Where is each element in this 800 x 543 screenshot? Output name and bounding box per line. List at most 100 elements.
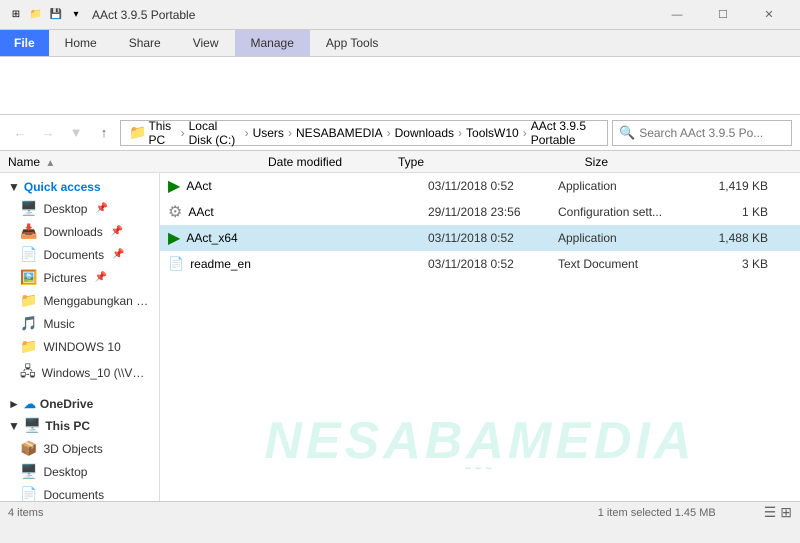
file-date-aact2: 29/11/2018 23:56	[428, 205, 558, 219]
chevron-down-icon: ▼	[8, 180, 20, 194]
nav-bar: ← → ▼ ↑ 📁 This PC › Local Disk (C:) › Us…	[0, 115, 800, 151]
sidebar-item-documents-pc[interactable]: 📄 Documents	[0, 483, 159, 501]
view-icons: ☰ ⊞	[764, 504, 792, 521]
search-icon: 🔍	[619, 125, 635, 141]
file-list: NESABAMEDIA ~~~ ▶ AAct 03/11/2018 0:52 A…	[160, 173, 800, 501]
music-icon: 🎵	[20, 315, 37, 332]
sidebar-item-downloads[interactable]: 📥 Downloads 📌	[0, 220, 159, 243]
file-date-readme: 03/11/2018 0:52	[428, 257, 558, 271]
tab-view[interactable]: View	[177, 30, 235, 56]
forward-button[interactable]: →	[36, 121, 60, 145]
item-count: 4 items	[8, 507, 43, 519]
tab-home[interactable]: Home	[49, 30, 113, 56]
col-header-size[interactable]: Size	[528, 155, 608, 169]
minimize-button[interactable]: —	[654, 0, 700, 30]
chevron-right-icon-onedrive: ►	[8, 397, 20, 411]
sidebar-item-windows10-vbox[interactable]: 🖧 Windows_10 (\\VBo...	[0, 358, 159, 388]
col-header-name[interactable]: Name ▲	[8, 155, 268, 169]
column-headers: Name ▲ Date modified Type Size	[0, 151, 800, 173]
sidebar-item-3dobjects[interactable]: 📦 3D Objects	[0, 437, 159, 460]
maximize-button[interactable]: ☐	[700, 0, 746, 30]
sidebar-item-pictures[interactable]: 🖼️ Pictures 📌	[0, 266, 159, 289]
selected-info: 1 item selected 1.45 MB	[598, 507, 716, 519]
tab-file[interactable]: File	[0, 30, 49, 56]
title-bar: ⊞ 📁 💾 ▾ AAct 3.9.5 Portable — ☐ ✕	[0, 0, 800, 30]
close-button[interactable]: ✕	[746, 0, 792, 30]
ribbon: File Home Share View Manage App Tools	[0, 30, 800, 57]
onedrive-label: OneDrive	[40, 397, 93, 411]
pictures-icon: 🖼️	[20, 269, 37, 286]
sidebar-item-menggabungkan[interactable]: 📁 Menggabungkan P...	[0, 289, 159, 312]
ribbon-tabs: File Home Share View Manage App Tools	[0, 30, 800, 56]
documents-icon: 📄	[20, 246, 37, 263]
search-input[interactable]	[639, 126, 779, 140]
sidebar: ▼ Quick access 🖥️ Desktop 📌 📥 Downloads …	[0, 173, 160, 501]
file-size-aactx64: 1,488 KB	[688, 231, 768, 245]
breadcrumb: 📁 This PC › Local Disk (C:) › Users › NE…	[129, 119, 599, 147]
file-date-aact1: 03/11/2018 0:52	[428, 179, 558, 193]
title-icon-arrow: ▾	[68, 7, 84, 23]
file-row[interactable]: 📄 readme_en 03/11/2018 0:52 Text Documen…	[160, 251, 800, 277]
thispc-label: This PC	[45, 419, 90, 433]
search-bar[interactable]: 🔍	[612, 120, 792, 146]
col-header-date[interactable]: Date modified	[268, 155, 398, 169]
sidebar-item-music[interactable]: 🎵 Music	[0, 312, 159, 335]
chevron-down-icon-thispc: ▼	[8, 419, 20, 433]
sidebar-header-quick-access[interactable]: ▼ Quick access	[0, 177, 159, 197]
pin-icon-pic: 📌	[95, 272, 107, 283]
tab-share[interactable]: Share	[113, 30, 177, 56]
sidebar-header-onedrive[interactable]: ► ☁ OneDrive	[0, 394, 159, 414]
watermark: NESABAMEDIA ~~~	[160, 343, 800, 501]
details-view-icon[interactable]: ☰	[764, 504, 777, 521]
tab-manage[interactable]: Manage	[235, 30, 310, 56]
documents-pc-icon: 📄	[20, 486, 37, 501]
desktop-pc-icon: 🖥️	[20, 463, 37, 480]
ribbon-commands	[0, 57, 800, 115]
bc-aact: AAct 3.9.5 Portable	[531, 119, 599, 147]
pin-icon-dl: 📌	[111, 226, 123, 237]
address-bar[interactable]: 📁 This PC › Local Disk (C:) › Users › NE…	[120, 120, 608, 146]
file-name-aact2: ⚙ AAct	[168, 202, 428, 222]
bc-downloads: Downloads	[395, 126, 454, 140]
thispc-icon: 🖥️	[24, 417, 41, 434]
bc-nesabamedia: NESABAMEDIA	[296, 126, 383, 140]
network-icon: 🖧	[20, 361, 36, 385]
file-type-aactx64: Application	[558, 231, 688, 245]
sidebar-header-thispc[interactable]: ▼ 🖥️ This PC	[0, 414, 159, 437]
sidebar-item-desktop[interactable]: 🖥️ Desktop 📌	[0, 197, 159, 220]
main-area: ▼ Quick access 🖥️ Desktop 📌 📥 Downloads …	[0, 173, 800, 501]
file-date-aactx64: 03/11/2018 0:52	[428, 231, 558, 245]
up-button[interactable]: ↑	[92, 121, 116, 145]
file-row[interactable]: ▶ AAct 03/11/2018 0:52 Application 1,419…	[160, 173, 800, 199]
sidebar-item-windows10[interactable]: 📁 WINDOWS 10	[0, 335, 159, 358]
3dobjects-icon: 📦	[20, 440, 37, 457]
bc-toolsw10: ToolsW10	[466, 126, 519, 140]
onedrive-icon: ☁	[24, 397, 36, 411]
window-controls: — ☐ ✕	[654, 0, 792, 30]
file-type-readme: Text Document	[558, 257, 688, 271]
sidebar-item-documents[interactable]: 📄 Documents 📌	[0, 243, 159, 266]
file-name-aactx64: ▶ AAct_x64	[168, 228, 428, 248]
tiles-view-icon[interactable]: ⊞	[780, 504, 792, 521]
desktop-icon: 🖥️	[20, 200, 37, 217]
file-type-aact1: Application	[558, 179, 688, 193]
downloads-icon: 📥	[20, 223, 37, 240]
file-icon-aact2: ⚙	[168, 202, 182, 222]
file-icon-aactx64: ▶	[168, 228, 180, 248]
recent-button[interactable]: ▼	[64, 121, 88, 145]
back-button[interactable]: ←	[8, 121, 32, 145]
title-icon-save: 💾	[48, 7, 64, 23]
file-icon-aact1: ▶	[168, 176, 180, 196]
file-type-aact2: Configuration sett...	[558, 205, 688, 219]
col-header-type[interactable]: Type	[398, 155, 528, 169]
file-size-aact2: 1 KB	[688, 205, 768, 219]
file-row[interactable]: ▶ AAct_x64 03/11/2018 0:52 Application 1…	[160, 225, 800, 251]
file-row[interactable]: ⚙ AAct 29/11/2018 23:56 Configuration se…	[160, 199, 800, 225]
tab-app-tools[interactable]: App Tools	[310, 30, 394, 56]
sidebar-item-desktop-pc[interactable]: 🖥️ Desktop	[0, 460, 159, 483]
pin-icon-doc: 📌	[112, 249, 124, 260]
title-icon-folder: 📁	[28, 7, 44, 23]
title-icon-grid: ⊞	[8, 7, 24, 23]
bc-thispc: This PC	[148, 119, 176, 147]
bc-localdisk: Local Disk (C:)	[189, 119, 241, 147]
